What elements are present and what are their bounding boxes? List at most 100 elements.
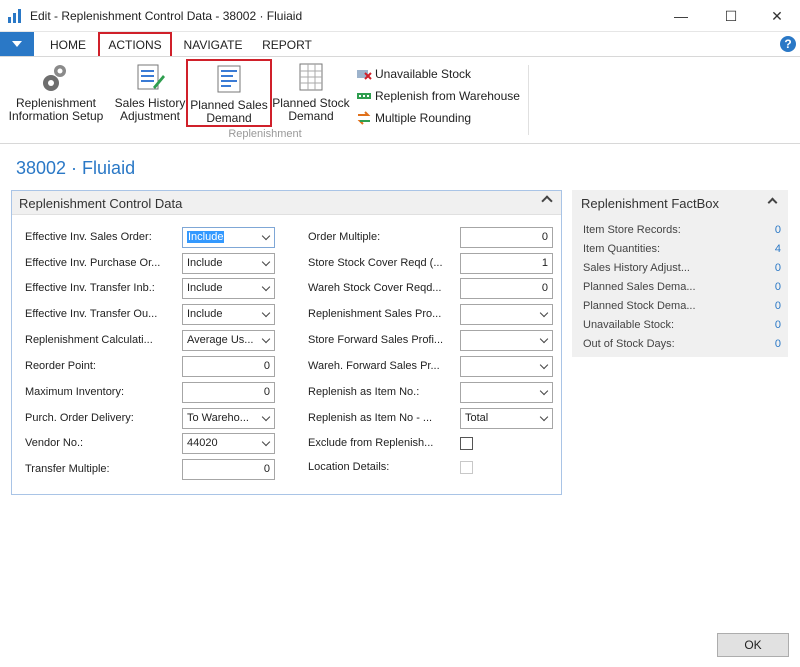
chevron-down-icon bbox=[261, 334, 271, 344]
factbox-label: Planned Stock Dema... bbox=[583, 300, 696, 312]
button-label-line2: Information Setup bbox=[8, 109, 104, 123]
replenishment-information-setup-button[interactable]: Replenishment Information Setup bbox=[8, 61, 104, 125]
field-label: Effective Inv. Transfer Ou... bbox=[25, 308, 158, 320]
factbox-value-link[interactable]: 4 bbox=[775, 243, 781, 255]
replenish-as-item-no-total-select[interactable]: Total bbox=[460, 408, 553, 429]
replenishment-factbox: Replenishment FactBox Item Store Records… bbox=[572, 190, 788, 357]
button-label-line1: Sales History bbox=[114, 96, 186, 110]
chevron-down-icon bbox=[261, 437, 271, 447]
chevron-down-icon bbox=[539, 386, 549, 396]
field-label: Store Forward Sales Profi... bbox=[308, 334, 444, 346]
factbox-value-link[interactable]: 0 bbox=[775, 262, 781, 274]
replenishment-control-data-panel: Replenishment Control Data Effective Inv… bbox=[11, 190, 562, 495]
field-value: Include bbox=[187, 308, 223, 320]
field-value: Include bbox=[187, 231, 225, 243]
effective-inv-purchase-order-select[interactable]: Include bbox=[182, 253, 275, 274]
action-label: Multiple Rounding bbox=[375, 111, 472, 125]
sales-history-adjustment-button[interactable]: Sales History Adjustment bbox=[112, 61, 188, 125]
factbox-value-link[interactable]: 0 bbox=[775, 281, 781, 293]
factbox-label: Item Quantities: bbox=[583, 243, 661, 255]
factbox-value-link[interactable]: 0 bbox=[775, 300, 781, 312]
replenish-from-warehouse-action[interactable]: Replenish from Warehouse bbox=[356, 85, 520, 107]
tab-home[interactable]: HOME bbox=[42, 32, 94, 56]
factbox-row: Planned Sales Dema... 0 bbox=[583, 281, 781, 297]
panel-title: Replenishment Control Data bbox=[19, 196, 183, 211]
planned-sales-demand-button[interactable]: Planned Sales Demand bbox=[186, 59, 272, 127]
field-wareh-forward-sales-profile: Wareh. Forward Sales Pr... bbox=[308, 356, 553, 378]
factbox-value-link[interactable]: 0 bbox=[775, 224, 781, 236]
order-multiple-input[interactable]: 0 bbox=[460, 227, 553, 248]
tab-report[interactable]: REPORT bbox=[258, 32, 316, 56]
exclude-from-replenishment-checkbox[interactable] bbox=[460, 437, 473, 450]
effective-inv-sales-order-select[interactable]: Include bbox=[182, 227, 275, 248]
field-value: Include bbox=[187, 282, 223, 294]
vendor-no-select[interactable]: 44020 bbox=[182, 433, 275, 454]
planned-stock-demand-button[interactable]: Planned Stock Demand bbox=[272, 61, 350, 125]
field-label: Replenish as Item No.: bbox=[308, 386, 420, 398]
tab-navigate[interactable]: NAVIGATE bbox=[178, 32, 248, 56]
title-bar: Edit - Replenishment Control Data - 3800… bbox=[0, 0, 800, 32]
maximum-inventory-input[interactable]: 0 bbox=[182, 382, 275, 403]
button-label-line2: Demand bbox=[288, 109, 334, 123]
transfer-multiple-input[interactable]: 0 bbox=[182, 459, 275, 480]
window-title: Edit - Replenishment Control Data - 3800… bbox=[30, 9, 303, 23]
field-order-multiple: Order Multiple: 0 bbox=[308, 227, 553, 249]
field-label: Store Stock Cover Reqd (... bbox=[308, 257, 443, 269]
field-value: To Wareho... bbox=[187, 412, 249, 424]
chevron-down-icon bbox=[261, 257, 271, 267]
field-effective-inv-transfer-inb: Effective Inv. Transfer Inb.: Include bbox=[25, 278, 275, 300]
store-forward-sales-profile-select[interactable] bbox=[460, 330, 553, 351]
panel-header[interactable]: Replenishment Control Data bbox=[12, 191, 561, 215]
replenish-as-item-no-select[interactable] bbox=[460, 382, 553, 403]
chevron-down-icon bbox=[261, 308, 271, 318]
collapse-chevron-icon[interactable] bbox=[767, 197, 778, 208]
maximize-button[interactable]: ☐ bbox=[708, 0, 754, 32]
reorder-point-input[interactable]: 0 bbox=[182, 356, 275, 377]
field-label: Exclude from Replenish... bbox=[308, 437, 434, 449]
chevron-down-icon bbox=[539, 360, 549, 370]
field-wareh-stock-cover-reqd: Wareh Stock Cover Reqd... 0 bbox=[308, 278, 553, 300]
factbox-row: Item Store Records: 0 bbox=[583, 224, 781, 240]
help-icon[interactable]: ? bbox=[780, 36, 796, 52]
unavailable-stock-action[interactable]: Unavailable Stock bbox=[356, 63, 520, 85]
dropdown-arrow-icon bbox=[12, 41, 22, 47]
chevron-down-icon bbox=[261, 412, 271, 422]
store-stock-cover-reqd-input[interactable]: 1 bbox=[460, 253, 553, 274]
chevron-down-icon bbox=[261, 282, 271, 292]
small-actions: Unavailable Stock Replenish from Warehou… bbox=[356, 63, 520, 129]
field-label: Order Multiple: bbox=[308, 231, 381, 243]
minimize-button[interactable]: — bbox=[658, 0, 704, 32]
effective-inv-transfer-inb-select[interactable]: Include bbox=[182, 278, 275, 299]
factbox-value-link[interactable]: 0 bbox=[775, 338, 781, 350]
warehouse-icon bbox=[357, 93, 371, 99]
action-label: Unavailable Stock bbox=[375, 67, 472, 81]
replenishment-calculation-select[interactable]: Average Us... bbox=[182, 330, 275, 351]
ribbon-group-label: Replenishment bbox=[228, 128, 302, 140]
field-label: Effective Inv. Sales Order: bbox=[25, 231, 152, 243]
unavailable-icon bbox=[357, 70, 372, 80]
field-effective-inv-sales-order: Effective Inv. Sales Order: Include bbox=[25, 227, 275, 249]
tab-actions[interactable]: ACTIONS bbox=[98, 32, 172, 56]
replenishment-sales-profile-select[interactable] bbox=[460, 304, 553, 325]
close-button[interactable]: ✕ bbox=[754, 0, 800, 32]
app-logo-icon bbox=[8, 9, 21, 23]
effective-inv-transfer-out-select[interactable]: Include bbox=[182, 304, 275, 325]
factbox-value-link[interactable]: 0 bbox=[775, 319, 781, 331]
factbox-row: Item Quantities: 4 bbox=[583, 243, 781, 259]
field-replenish-as-item-no: Replenish as Item No.: bbox=[308, 382, 553, 404]
field-label: Wareh. Forward Sales Pr... bbox=[308, 360, 440, 372]
collapse-chevron-icon[interactable] bbox=[541, 195, 553, 207]
wareh-stock-cover-reqd-input[interactable]: 0 bbox=[460, 278, 553, 299]
multiple-rounding-action[interactable]: Multiple Rounding bbox=[356, 107, 520, 129]
button-label-line1: Planned Stock bbox=[272, 96, 350, 110]
chevron-down-icon bbox=[261, 231, 271, 241]
button-label-line2: Adjustment bbox=[119, 109, 181, 123]
wareh-forward-sales-profile-select[interactable] bbox=[460, 356, 553, 377]
factbox-row: Sales History Adjust... 0 bbox=[583, 262, 781, 278]
field-value: Total bbox=[465, 412, 489, 424]
ribbon: Replenishment Information Setup Sales Hi… bbox=[0, 56, 800, 144]
ok-button[interactable]: OK bbox=[717, 633, 789, 657]
purch-order-delivery-select[interactable]: To Wareho... bbox=[182, 408, 275, 429]
field-value: Include bbox=[187, 257, 223, 269]
app-menu-button[interactable] bbox=[0, 32, 34, 56]
